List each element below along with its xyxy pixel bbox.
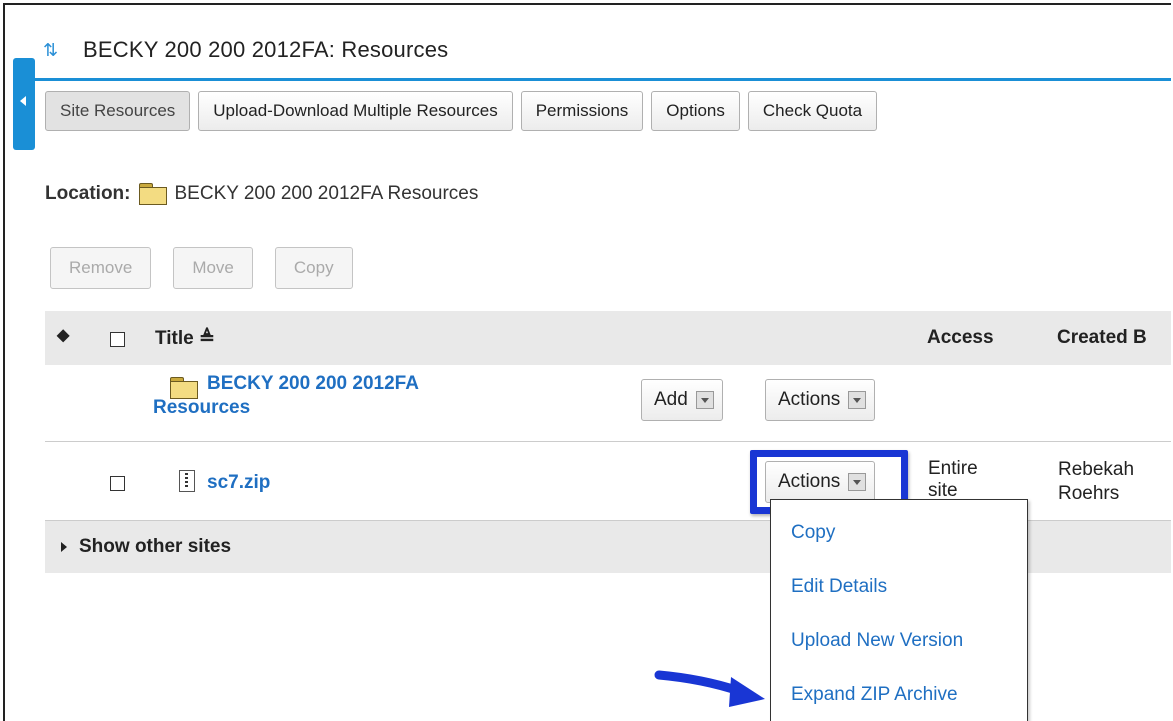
collapse-sidebar-tab[interactable] [13, 58, 35, 150]
chevron-down-icon [848, 391, 867, 409]
copy-button[interactable]: Copy [274, 247, 353, 289]
title-column-header[interactable]: Title ≜ [155, 327, 215, 350]
chevron-left-icon [20, 96, 26, 106]
add-dropdown[interactable]: Add [641, 379, 723, 421]
page-title: BECKY 200 200 2012FA: Resources [83, 37, 449, 62]
page-header: ⇅ BECKY 200 200 2012FA: Resources [33, 23, 1171, 81]
root-folder-link[interactable]: BECKY 200 200 2012FA [207, 373, 419, 395]
folder-icon [138, 183, 167, 205]
actions-label: Actions [778, 389, 841, 410]
menu-item-copy[interactable]: Copy [791, 522, 835, 544]
bulk-actions: Remove Move Copy [50, 247, 353, 289]
actions-menu: Copy Edit Details Upload New Version Exp… [770, 499, 1028, 721]
root-actions-dropdown[interactable]: Actions [765, 379, 876, 421]
options-button[interactable]: Options [651, 91, 740, 131]
remove-button[interactable]: Remove [50, 247, 152, 289]
zip-file-icon [179, 470, 195, 492]
location-path: BECKY 200 200 2012FA Resources [174, 183, 479, 204]
add-label: Add [654, 389, 688, 410]
refresh-icon[interactable]: ⇅ [43, 41, 61, 59]
check-quota-button[interactable]: Check Quota [747, 91, 878, 131]
resources-panel: ⇅ BECKY 200 200 2012FA: Resources Site R… [3, 3, 1171, 721]
menu-item-edit-details[interactable]: Edit Details [791, 576, 887, 598]
location-breadcrumb: Location: BECKY 200 200 2012FA Resources [45, 183, 478, 205]
created-by-cell: Rebekah Roehrs [1058, 459, 1135, 504]
table-row: BECKY 200 200 2012FA Resources Add Actio… [45, 365, 1171, 442]
show-other-sites-label: Show other sites [79, 536, 232, 557]
permissions-button[interactable]: Permissions [520, 91, 644, 131]
folder-icon [170, 377, 198, 399]
chevron-down-icon [695, 391, 714, 409]
menu-item-upload-new-version[interactable]: Upload New Version [791, 630, 963, 652]
pointer-arrow-icon [654, 670, 765, 707]
row-checkbox[interactable] [110, 476, 125, 496]
site-resources-button[interactable]: Site Resources [45, 91, 191, 131]
location-label: Location: [45, 183, 131, 204]
select-all-checkbox[interactable] [110, 331, 125, 353]
access-column-header[interactable]: Access [927, 327, 994, 349]
menu-item-expand-zip-archive[interactable]: Expand ZIP Archive [791, 684, 958, 706]
sort-icon[interactable]: ◆ [57, 325, 69, 345]
expand-triangle-icon [61, 542, 67, 552]
table-header: ◆ Title ≜ Access Created B [45, 311, 1171, 365]
file-link[interactable]: sc7.zip [207, 472, 270, 494]
resources-toolbar: Site Resources Upload-Download Multiple … [45, 91, 878, 135]
upload-download-button[interactable]: Upload-Download Multiple Resources [198, 91, 513, 131]
root-folder-link-line2[interactable]: Resources [153, 397, 250, 419]
created-by-column-header[interactable]: Created B [1057, 327, 1147, 349]
move-button[interactable]: Move [173, 247, 253, 289]
